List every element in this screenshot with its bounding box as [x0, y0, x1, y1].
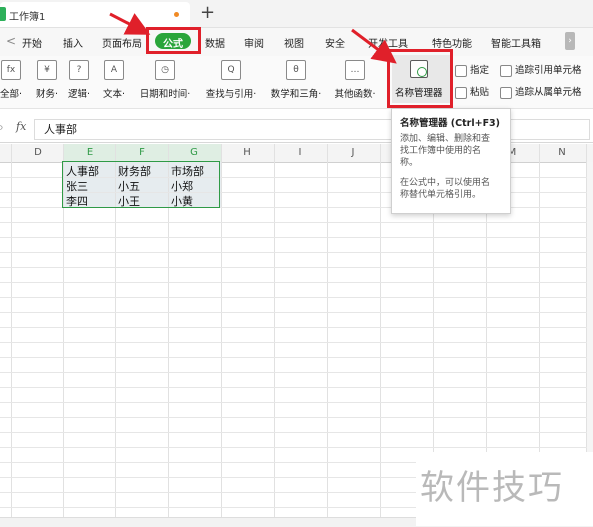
arrow-to-formula-tab — [109, 12, 151, 35]
annotation-arrows — [109, 12, 397, 64]
arrow-to-name-manager — [351, 28, 397, 64]
watermark-text: 软件技巧 — [420, 468, 564, 508]
